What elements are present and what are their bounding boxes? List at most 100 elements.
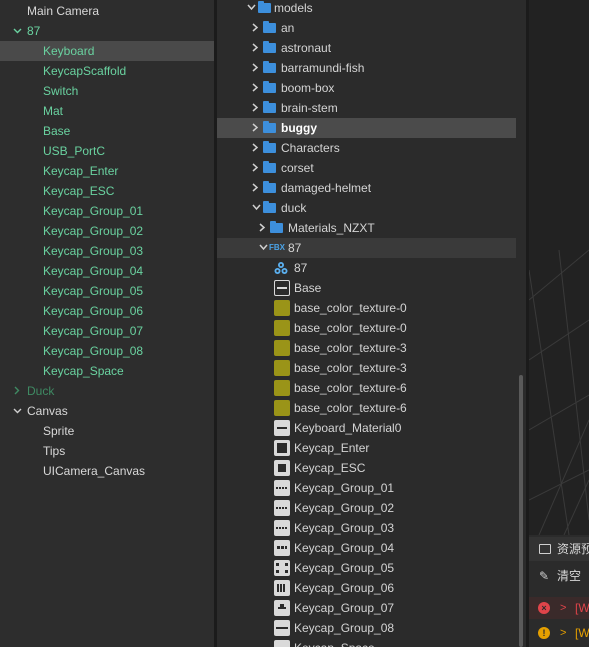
- asset-row[interactable]: Keycap_Group_01: [217, 478, 516, 498]
- asset-row[interactable]: Base: [217, 278, 516, 298]
- asset-row[interactable]: FBX 87: [217, 238, 516, 258]
- chevron-right-icon[interactable]: [250, 38, 262, 58]
- hierarchy-node-label: Keycap_Enter: [43, 164, 119, 178]
- mesh-icon: [274, 500, 290, 516]
- hierarchy-node[interactable]: Switch: [0, 81, 214, 101]
- asset-label: brain-stem: [281, 101, 338, 115]
- asset-label: Keycap_Group_06: [294, 581, 395, 595]
- asset-row[interactable]: Keycap_Space: [217, 638, 516, 647]
- asset-row[interactable]: corset: [217, 158, 516, 178]
- chevron-right-icon[interactable]: [250, 178, 262, 198]
- hierarchy-node-label: KeycapScaffold: [43, 64, 127, 78]
- asset-row[interactable]: models: [217, 0, 516, 18]
- asset-row[interactable]: base_color_texture-0: [217, 318, 516, 338]
- asset-row[interactable]: Keyboard_Material0: [217, 418, 516, 438]
- asset-row[interactable]: astronaut: [217, 38, 516, 58]
- chevron-right-icon[interactable]: [11, 381, 23, 401]
- chevron-down-icon[interactable]: [11, 21, 23, 41]
- texture-icon: [274, 360, 290, 376]
- hierarchy-node[interactable]: Keycap_Group_03: [0, 241, 214, 261]
- hierarchy-node[interactable]: 87: [0, 21, 214, 41]
- hierarchy-node[interactable]: Canvas: [0, 401, 214, 421]
- asset-row[interactable]: Keycap_Group_03: [217, 518, 516, 538]
- hierarchy-node-label: Mat: [43, 104, 64, 118]
- tab-assets-preview[interactable]: 资源预: [529, 537, 589, 561]
- hierarchy-node[interactable]: Tips: [0, 441, 214, 461]
- chevron-right-icon[interactable]: [250, 58, 262, 78]
- asset-row[interactable]: brain-stem: [217, 98, 516, 118]
- asset-row[interactable]: an: [217, 18, 516, 38]
- asset-row[interactable]: Keycap_Group_04: [217, 538, 516, 558]
- chevron-down-icon[interactable]: [257, 238, 269, 258]
- hierarchy-node[interactable]: Mat: [0, 101, 214, 121]
- asset-row[interactable]: Keycap_Group_02: [217, 498, 516, 518]
- mesh-icon: [274, 440, 290, 456]
- chevron-right-icon[interactable]: [250, 138, 262, 158]
- hierarchy-node[interactable]: USB_PortC: [0, 141, 214, 161]
- hierarchy-node[interactable]: Keycap_Group_02: [0, 221, 214, 241]
- asset-row[interactable]: Keycap_Group_08: [217, 618, 516, 638]
- asset-row[interactable]: barramundi-fish: [217, 58, 516, 78]
- folder-icon: [263, 181, 276, 193]
- hierarchy-node[interactable]: Keycap_Group_04: [0, 261, 214, 281]
- asset-row[interactable]: base_color_texture-6: [217, 378, 516, 398]
- asset-label: duck: [281, 201, 307, 215]
- hierarchy-node[interactable]: Duck: [0, 381, 214, 401]
- hierarchy-node-label: Tips: [43, 444, 66, 458]
- hierarchy-node[interactable]: UICamera_Canvas: [0, 461, 214, 481]
- asset-row[interactable]: base_color_texture-3: [217, 358, 516, 378]
- hierarchy-node[interactable]: Keycap_Group_05: [0, 281, 214, 301]
- asset-row[interactable]: Characters: [217, 138, 516, 158]
- hierarchy-node[interactable]: Keycap_Group_08: [0, 341, 214, 361]
- chevron-right-icon[interactable]: [250, 78, 262, 98]
- chevron-down-icon[interactable]: [11, 401, 23, 421]
- asset-label: Characters: [281, 141, 340, 155]
- asset-row[interactable]: Keycap_Group_06: [217, 578, 516, 598]
- asset-row[interactable]: Keycap_ESC: [217, 458, 516, 478]
- asset-row[interactable]: Keycap_Group_07: [217, 598, 516, 618]
- folder-icon: [263, 141, 276, 153]
- hierarchy-node[interactable]: Base: [0, 121, 214, 141]
- chevron-right-icon[interactable]: [250, 158, 262, 178]
- asset-row[interactable]: Materials_NZXT: [217, 218, 516, 238]
- console-warning-row[interactable]: ! > [W: [529, 622, 589, 644]
- hierarchy-node[interactable]: Main Camera: [0, 1, 214, 21]
- scene-viewport[interactable]: [529, 0, 589, 535]
- clear-button[interactable]: ✎ 清空: [529, 564, 589, 588]
- asset-label: Keycap_Group_01: [294, 481, 395, 495]
- chevron-right-icon[interactable]: [257, 218, 269, 238]
- asset-label: damaged-helmet: [281, 181, 372, 195]
- asset-row[interactable]: 87: [217, 258, 516, 278]
- asset-row[interactable]: boom-box: [217, 78, 516, 98]
- hierarchy-node[interactable]: Keycap_Space: [0, 361, 214, 381]
- asset-row[interactable]: duck: [217, 198, 516, 218]
- asset-row[interactable]: buggy: [217, 118, 516, 138]
- hierarchy-node[interactable]: Keyboard: [0, 41, 214, 61]
- chevron-right-icon[interactable]: [250, 118, 262, 138]
- asset-label: base_color_texture-6: [294, 381, 407, 395]
- asset-row[interactable]: base_color_texture-6: [217, 398, 516, 418]
- assets-scrollbar[interactable]: [519, 375, 523, 647]
- chevron-right-icon[interactable]: [250, 98, 262, 118]
- asset-row[interactable]: damaged-helmet: [217, 178, 516, 198]
- mesh-icon: [274, 520, 290, 536]
- asset-row[interactable]: base_color_texture-3: [217, 338, 516, 358]
- asset-row[interactable]: Keycap_Group_05: [217, 558, 516, 578]
- hierarchy-node[interactable]: Keycap_Group_01: [0, 201, 214, 221]
- hierarchy-node[interactable]: Keycap_Group_07: [0, 321, 214, 341]
- chevron-down-icon[interactable]: [245, 0, 257, 18]
- asset-row[interactable]: base_color_texture-0: [217, 298, 516, 318]
- asset-row[interactable]: Keycap_Enter: [217, 438, 516, 458]
- hierarchy-node[interactable]: Keycap_Enter: [0, 161, 214, 181]
- asset-label: models: [274, 1, 313, 15]
- console-error-row[interactable]: × > [W: [529, 597, 589, 619]
- hierarchy-node[interactable]: Keycap_Group_06: [0, 301, 214, 321]
- hierarchy-node-label: Keycap_Group_05: [43, 284, 144, 298]
- hierarchy-node[interactable]: Sprite: [0, 421, 214, 441]
- asset-label: Keycap_Group_03: [294, 521, 395, 535]
- hierarchy-node[interactable]: Keycap_ESC: [0, 181, 214, 201]
- chevron-down-icon[interactable]: [250, 198, 262, 218]
- chevron-right-icon[interactable]: [250, 18, 262, 38]
- asset-label: Keycap_ESC: [294, 461, 366, 475]
- hierarchy-node[interactable]: KeycapScaffold: [0, 61, 214, 81]
